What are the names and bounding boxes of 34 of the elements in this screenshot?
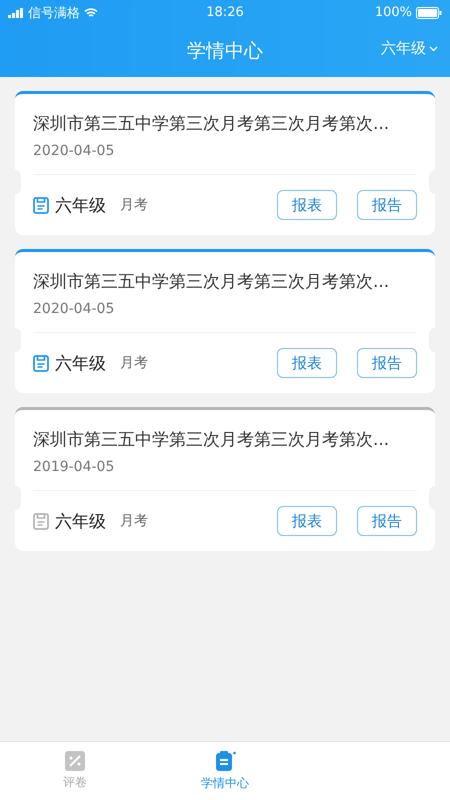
exam-date: 2020-04-05 (33, 301, 417, 333)
wifi-icon (84, 8, 98, 18)
grade-label: 六年级 (55, 194, 106, 216)
signal-icon (8, 8, 24, 18)
report-button[interactable]: 报告 (357, 348, 417, 378)
report-table-button[interactable]: 报表 (277, 506, 337, 536)
clipboard-icon (214, 750, 236, 772)
document-icon (33, 196, 49, 214)
report-button[interactable]: 报告 (357, 506, 417, 536)
exam-title: 深圳市第三五中学第三次月考第三次月考第次... (33, 429, 390, 451)
document-icon (33, 512, 49, 530)
battery-icon (416, 6, 442, 18)
grade-label: 六年级 (55, 510, 106, 532)
grade-label: 六年级 (55, 352, 106, 374)
exam-type: 月考 (120, 354, 149, 372)
page-title: 学情中心 (187, 39, 263, 64)
document-icon (33, 354, 49, 372)
grade-dropdown[interactable]: 六年级 (381, 39, 438, 58)
grading-icon (65, 751, 85, 771)
battery-percent: 100% (374, 5, 412, 20)
exam-type: 月考 (120, 512, 149, 530)
caret-icon (429, 46, 438, 52)
exam-type: 月考 (120, 196, 149, 214)
tab-item[interactable]: 学情中心 (150, 742, 300, 800)
tab-item[interactable]: 评卷 (0, 742, 150, 800)
exam-date: 2019-04-05 (33, 459, 417, 491)
exam-title: 深圳市第三五中学第三次月考第三次月考第次... (33, 271, 390, 293)
clock-time: 18:26 (206, 5, 244, 20)
exam-title: 深圳市第三五中学第三次月考第三次月考第次... (33, 113, 390, 135)
report-table-button[interactable]: 报表 (277, 190, 337, 220)
report-button[interactable]: 报告 (357, 190, 417, 220)
exam-date: 2020-04-05 (33, 143, 417, 175)
report-table-button[interactable]: 报表 (277, 348, 337, 378)
carrier-name: 信号满格 (28, 4, 80, 22)
